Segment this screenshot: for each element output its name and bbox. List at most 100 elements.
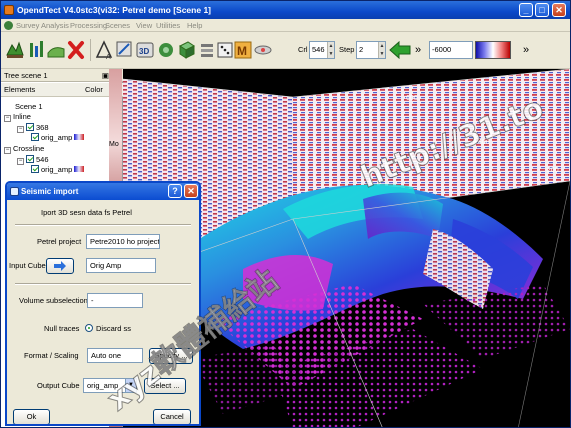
axis-label-200: 200 <box>547 167 559 174</box>
step-spin-arrows[interactable]: ▲ ▼ <box>378 42 385 58</box>
survey-tool-icon[interactable] <box>5 39 25 61</box>
svg-text:3D: 3D <box>139 47 149 56</box>
menu-bar: Survey Analysis Processing Scenes View U… <box>1 19 570 32</box>
arrow-right-icon <box>54 261 66 271</box>
menu-scenes[interactable]: Scenes <box>105 20 130 31</box>
toolbar-more-1[interactable]: » <box>415 43 421 57</box>
separator <box>15 283 191 285</box>
view-all-icon[interactable] <box>114 39 134 61</box>
crl-spin-arrows[interactable]: ▲ ▼ <box>327 42 334 58</box>
specify-button[interactable]: Specify ... <box>149 348 193 364</box>
svg-text:M: M <box>237 44 247 58</box>
toolbar: A 3D M Crl 546 ▲ ▼ Step 2 ▲ ▼ » -6000 » <box>1 33 570 69</box>
step-spinbox[interactable]: 2 ▲ ▼ <box>356 41 386 59</box>
window-title: OpendTect V4.0stc3(vi32: Petrel demo [Sc… <box>17 5 211 15</box>
checkbox[interactable] <box>26 123 34 131</box>
output-cube-select[interactable]: orig_amp ▼ <box>83 378 137 393</box>
menu-view[interactable]: View <box>136 20 152 31</box>
horizon-tool-icon[interactable] <box>46 39 66 61</box>
menu-app-icon <box>4 21 13 30</box>
tree-item-crossline-546[interactable]: −546 <box>17 155 49 165</box>
side-tab-label[interactable]: Mo <box>109 141 119 148</box>
volume-subselection-label: Volume subselection <box>19 296 88 305</box>
volume-subselection-field[interactable]: - <box>87 293 143 308</box>
menu-utilities[interactable]: Utilities <box>156 20 180 31</box>
view-3d-icon[interactable]: 3D <box>135 39 155 61</box>
cube-icon[interactable] <box>176 39 196 61</box>
maximize-button[interactable]: □ <box>535 3 549 17</box>
toolbar-more-2[interactable]: » <box>523 43 529 57</box>
checkbox[interactable] <box>26 155 34 163</box>
main-window: OpendTect V4.0stc3(vi32: Petrel demo [Sc… <box>0 0 571 428</box>
title-bar: OpendTect V4.0stc3(vi32: Petrel demo [Sc… <box>1 1 570 19</box>
tree-item-crossline-attr[interactable]: orig_amp <box>31 165 85 175</box>
collapse-icon[interactable]: − <box>4 115 11 122</box>
menu-analysis[interactable]: Analysis <box>41 20 69 31</box>
tree-item-scene[interactable]: Scene 1 <box>15 102 43 112</box>
svg-text:A: A <box>106 54 111 61</box>
separator <box>15 224 191 226</box>
color-min-input[interactable]: -6000 <box>429 41 473 59</box>
dialog-close-button[interactable]: ✕ <box>184 184 198 198</box>
menu-processing[interactable]: Processing <box>70 20 107 31</box>
input-cube-field[interactable]: Orig Amp <box>86 258 156 273</box>
crl-spinbox[interactable]: 546 ▲ ▼ <box>309 41 335 59</box>
dialog-title-bar: Seismic import ? ✕ <box>7 183 199 200</box>
menu-help[interactable]: Help <box>187 20 202 31</box>
dice-icon[interactable] <box>215 39 235 61</box>
axis-label-600: 600 <box>406 95 418 102</box>
step-value: 2 <box>359 45 364 54</box>
collapse-icon[interactable]: − <box>17 158 24 165</box>
go-arrow-icon[interactable] <box>389 41 411 59</box>
pick-tool-icon[interactable]: A <box>94 39 114 61</box>
crl-label: Crl <box>298 45 308 54</box>
app-icon <box>4 5 14 15</box>
tree-title: Tree scene 1 ▣ <box>1 69 123 82</box>
colorbar-icon <box>74 166 85 172</box>
format-scaling-field[interactable]: Auto one <box>87 348 143 363</box>
tree-item-inline-368[interactable]: −368 <box>17 123 49 133</box>
tree-item-inline-attr[interactable]: orig_amp <box>31 133 85 143</box>
null-traces-option[interactable]: Discard ss <box>85 323 131 335</box>
tree-header: Elements Color <box>1 83 123 97</box>
ok-button[interactable]: Ok <box>13 409 50 424</box>
remove-icon[interactable] <box>66 39 86 61</box>
collapse-icon[interactable]: − <box>17 126 24 133</box>
rotate-icon[interactable] <box>156 39 176 61</box>
discard-radio[interactable] <box>85 324 93 332</box>
dialog-title: Seismic import <box>21 187 79 196</box>
crl-value: 546 <box>312 45 325 54</box>
colortable-bar[interactable] <box>475 41 511 59</box>
dialog-app-icon <box>10 187 19 196</box>
plugin-icon[interactable] <box>253 39 273 61</box>
elements-header: Elements <box>4 85 36 94</box>
step-label: Step <box>339 45 355 54</box>
input-cube-arrow-button[interactable] <box>46 258 74 274</box>
colorbar-icon <box>74 134 85 140</box>
format-scaling-label: Format / Scaling <box>24 351 79 360</box>
tree-item-inline[interactable]: − Inline <box>4 112 31 122</box>
dialog-help-button[interactable]: ? <box>168 184 182 198</box>
collapse-icon[interactable]: − <box>4 147 11 154</box>
color-header: Color <box>85 85 103 94</box>
tree-item-crossline[interactable]: − Crossline <box>4 144 44 154</box>
float-icon[interactable]: ▣ <box>102 69 109 82</box>
cancel-button[interactable]: Cancel <box>153 409 191 424</box>
stack-icon[interactable] <box>197 39 217 61</box>
menu-survey[interactable]: Survey <box>16 20 39 31</box>
petrel-project-label: Petrel project <box>37 237 82 246</box>
checkbox[interactable] <box>31 133 39 141</box>
close-button[interactable]: ✕ <box>552 3 566 17</box>
petrel-project-field[interactable]: Petre2010 ho project <box>86 234 160 249</box>
null-traces-label: Null traces <box>44 324 80 333</box>
checkbox[interactable] <box>31 165 39 173</box>
wells-tool-icon[interactable] <box>26 39 46 61</box>
input-cube-label: Input Cube <box>9 261 46 270</box>
select-button[interactable]: Select ... <box>144 378 186 394</box>
seismic-import-dialog: Seismic import ? ✕ Iport 3D sesn data fs… <box>5 181 201 426</box>
output-cube-label: Output Cube <box>37 381 80 390</box>
minimize-button[interactable]: _ <box>519 3 533 17</box>
module-icon[interactable]: M <box>233 39 253 61</box>
dialog-subtitle: Iport 3D sesn data fs Petrel <box>41 208 132 217</box>
dropdown-arrow-icon[interactable]: ▼ <box>125 379 136 392</box>
